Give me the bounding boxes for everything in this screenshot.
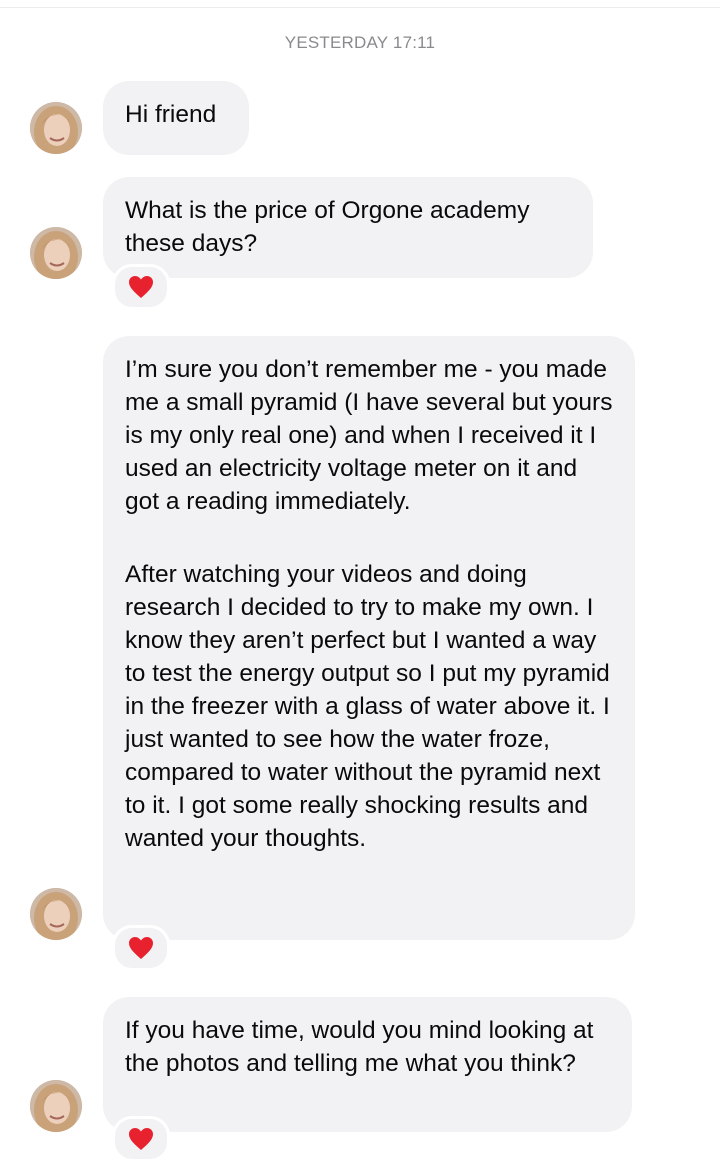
avatar-photo <box>30 1080 82 1132</box>
message-timestamp: YESTERDAY 17:11 <box>284 33 436 52</box>
message-bubble[interactable]: I’m sure you don’t remember me - you mad… <box>103 336 635 940</box>
top-divider <box>0 7 720 8</box>
reaction-badge[interactable] <box>112 925 170 971</box>
avatar-photo <box>30 227 82 279</box>
message-bubble[interactable]: What is the price of Orgone academy thes… <box>103 177 593 278</box>
avatar-photo <box>30 102 82 154</box>
red-heart-icon <box>129 1128 153 1150</box>
sender-avatar[interactable] <box>30 102 82 154</box>
red-heart-icon <box>129 276 153 298</box>
message-paragraph: After watching your videos and doing res… <box>125 561 610 852</box>
message-bubble[interactable]: Hi friend <box>103 81 249 155</box>
sender-avatar[interactable] <box>30 227 82 279</box>
message-text: Hi friend <box>125 101 217 128</box>
avatar-photo <box>30 888 82 940</box>
sender-avatar[interactable] <box>30 1080 82 1132</box>
red-heart-icon <box>129 937 153 959</box>
sender-avatar[interactable] <box>30 888 82 940</box>
message-text: What is the price of Orgone academy thes… <box>125 197 530 257</box>
reaction-badge[interactable] <box>112 264 170 310</box>
reaction-badge[interactable] <box>112 1116 170 1162</box>
message-paragraph: I’m sure you don’t remember me - you mad… <box>125 356 613 515</box>
message-text: If you have time, would you mind looking… <box>125 1017 594 1077</box>
message-bubble[interactable]: If you have time, would you mind looking… <box>103 997 632 1132</box>
